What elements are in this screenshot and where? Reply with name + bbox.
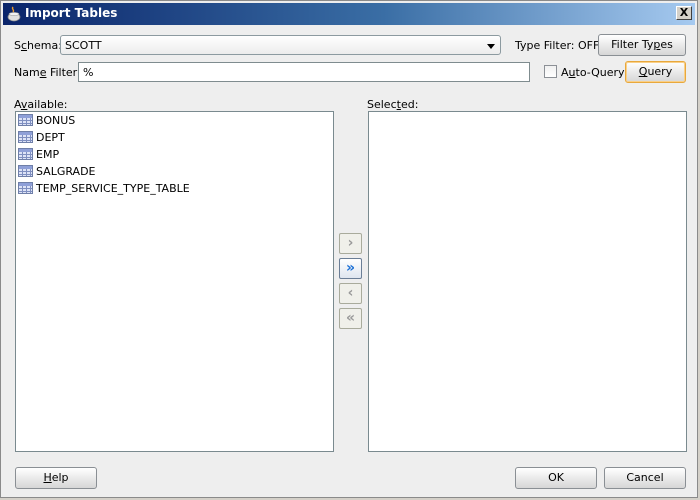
auto-query-mnemonic: u — [568, 66, 576, 79]
list-item-label: TEMP_SERVICE_TYPE_TABLE — [36, 182, 190, 195]
ok-button[interactable]: OK — [515, 467, 597, 489]
name-filter-label: Name Filter: — [14, 66, 81, 79]
filter-types-label-part: Filter Ty — [611, 38, 654, 51]
schema-dropdown[interactable]: SCOTT — [60, 35, 501, 55]
available-tables-list[interactable]: BONUS DEPT EMP SALGRADE TEMP_SERVICE_TYP… — [15, 111, 334, 452]
name-filter-label-part: Nam — [14, 66, 40, 79]
list-item-label: BONUS — [36, 114, 76, 127]
query-button[interactable]: Query — [625, 61, 686, 83]
table-icon — [18, 165, 33, 177]
available-label-part: A — [14, 98, 21, 111]
schema-label: Schema: — [14, 39, 62, 52]
table-icon — [18, 114, 33, 126]
schema-label-part: hema: — [27, 39, 62, 52]
move-all-button[interactable]: » — [339, 258, 362, 279]
type-filter-status: Type Filter: OFF — [515, 39, 600, 52]
chevron-left-icon: ‹ — [347, 285, 354, 301]
chevron-right-icon: › — [347, 235, 354, 251]
close-icon: X — [679, 6, 689, 19]
list-item-label: DEPT — [36, 131, 65, 144]
available-label: Available: — [14, 98, 68, 111]
name-filter-label-part: Filter: — [46, 66, 81, 79]
close-button[interactable]: X — [676, 6, 692, 20]
cancel-button[interactable]: Cancel — [604, 467, 686, 489]
auto-query-label-part: A — [561, 66, 569, 79]
filter-types-button[interactable]: Filter Types — [598, 34, 686, 56]
java-cup-icon — [7, 6, 21, 22]
remove-selected-button[interactable]: ‹ — [339, 283, 362, 304]
double-chevron-right-icon: » — [345, 260, 356, 276]
window-title: Import Tables — [25, 6, 118, 20]
help-label-part: elp — [51, 471, 69, 484]
name-filter-input[interactable]: % — [78, 62, 530, 82]
available-label-part: ailable: — [27, 98, 68, 111]
schema-label-part: S — [14, 39, 21, 52]
schema-value: SCOTT — [65, 39, 102, 52]
selected-tables-list[interactable] — [368, 111, 687, 452]
selected-label-part: ed: — [400, 98, 419, 111]
auto-query-label-part: to-Query — [575, 66, 625, 79]
help-mnemonic: H — [43, 471, 52, 484]
remove-all-button[interactable]: « — [339, 308, 362, 329]
table-icon — [18, 148, 33, 160]
table-icon — [18, 131, 33, 143]
move-selected-button[interactable]: › — [339, 233, 362, 254]
auto-query-label[interactable]: Auto-Query — [561, 66, 625, 79]
auto-query-checkbox[interactable] — [544, 65, 557, 78]
selected-label-part: Selec — [367, 98, 397, 111]
list-item-label: EMP — [36, 148, 60, 161]
list-item-label: SALGRADE — [36, 165, 96, 178]
name-filter-value: % — [83, 66, 94, 79]
table-icon — [18, 182, 33, 194]
filter-types-label-part: es — [660, 38, 673, 51]
double-chevron-left-icon: « — [345, 310, 356, 326]
import-tables-dialog: Import Tables X Schema: SCOTT Type Filte… — [0, 0, 698, 498]
title-bar[interactable]: Import Tables X — [3, 3, 695, 25]
chevron-down-icon — [487, 44, 495, 49]
selected-label: Selected: — [367, 98, 418, 111]
query-label-part: uery — [647, 65, 673, 78]
help-button[interactable]: Help — [15, 467, 97, 489]
